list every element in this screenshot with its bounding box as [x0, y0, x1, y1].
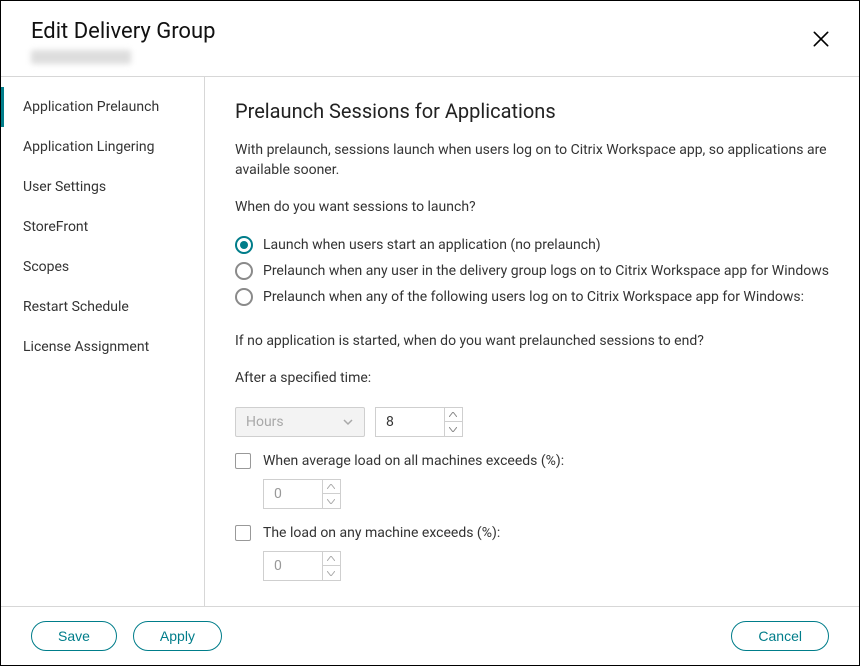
launch-prompt: When do you want sessions to launch? — [235, 198, 829, 218]
sidebar-item-scopes[interactable]: Scopes — [1, 247, 204, 287]
sidebar-item-label: Restart Schedule — [23, 299, 129, 315]
radio-option-prelaunch-specific-users[interactable]: Prelaunch when any of the following user… — [235, 288, 829, 306]
any-load-stepper[interactable]: 0 — [263, 551, 341, 581]
stepper-value[interactable]: 0 — [263, 551, 323, 581]
stepper-up[interactable] — [323, 552, 340, 567]
dialog-footer: Save Apply Cancel — [1, 606, 859, 665]
radio-icon — [235, 288, 253, 306]
radio-icon — [235, 236, 253, 254]
sidebar-item-storefront[interactable]: StoreFront — [1, 207, 204, 247]
chevron-down-icon — [327, 571, 335, 576]
close-icon — [811, 29, 831, 49]
chevron-down-icon — [342, 416, 354, 428]
radio-label: Launch when users start an application (… — [263, 237, 601, 253]
stepper-down[interactable] — [323, 566, 340, 580]
time-value-stepper[interactable]: 8 — [375, 407, 463, 437]
dialog-title: Edit Delivery Group — [31, 19, 829, 44]
chevron-down-icon — [327, 499, 335, 504]
close-button[interactable] — [809, 27, 833, 51]
panel-title: Prelaunch Sessions for Applications — [235, 99, 829, 123]
dialog-subtitle-redacted — [31, 50, 131, 64]
radio-label: Prelaunch when any user in the delivery … — [263, 263, 829, 279]
chevron-up-icon — [327, 484, 335, 489]
stepper-down[interactable] — [445, 422, 462, 436]
sidebar-item-label: Application Prelaunch — [23, 99, 159, 115]
radio-option-prelaunch-any-user[interactable]: Prelaunch when any user in the delivery … — [235, 262, 829, 280]
any-load-checkbox[interactable] — [235, 525, 251, 541]
radio-label: Prelaunch when any of the following user… — [263, 289, 804, 305]
sidebar-item-label: StoreFront — [23, 219, 88, 235]
dialog-header: Edit Delivery Group — [1, 1, 859, 76]
cancel-button[interactable]: Cancel — [731, 621, 829, 651]
apply-button[interactable]: Apply — [133, 621, 222, 651]
end-prompt: If no application is started, when do yo… — [235, 332, 829, 352]
stepper-down[interactable] — [323, 494, 340, 508]
main-panel: Prelaunch Sessions for Applications With… — [205, 77, 859, 606]
avg-load-checkbox[interactable] — [235, 453, 251, 469]
avg-load-label: When average load on all machines exceed… — [263, 453, 564, 469]
dialog-edit-delivery-group: Edit Delivery Group Application Prelaunc… — [0, 0, 860, 666]
stepper-up[interactable] — [323, 480, 340, 495]
sidebar-item-label: Scopes — [23, 259, 69, 275]
chevron-up-icon — [449, 412, 457, 417]
sidebar-item-label: Application Lingering — [23, 139, 154, 155]
stepper-value[interactable]: 8 — [375, 407, 445, 437]
stepper-value[interactable]: 0 — [263, 479, 323, 509]
sidebar-item-label: User Settings — [23, 179, 106, 195]
select-value: Hours — [246, 414, 284, 430]
chevron-up-icon — [327, 556, 335, 561]
radio-icon — [235, 262, 253, 280]
any-load-label: The load on any machine exceeds (%): — [263, 525, 500, 541]
sidebar-item-restart-schedule[interactable]: Restart Schedule — [1, 287, 204, 327]
radio-option-no-prelaunch[interactable]: Launch when users start an application (… — [235, 236, 829, 254]
after-specified-label: After a specified time: — [235, 369, 829, 389]
sidebar: Application Prelaunch Application Linger… — [1, 77, 205, 606]
sidebar-item-user-settings[interactable]: User Settings — [1, 167, 204, 207]
sidebar-item-application-prelaunch[interactable]: Application Prelaunch — [1, 87, 204, 127]
chevron-down-icon — [449, 427, 457, 432]
save-button[interactable]: Save — [31, 621, 117, 651]
avg-load-stepper[interactable]: 0 — [263, 479, 341, 509]
time-unit-select[interactable]: Hours — [235, 407, 365, 437]
panel-intro: With prelaunch, sessions launch when use… — [235, 141, 829, 180]
sidebar-item-label: License Assignment — [23, 339, 149, 355]
stepper-up[interactable] — [445, 408, 462, 423]
sidebar-item-application-lingering[interactable]: Application Lingering — [1, 127, 204, 167]
sidebar-item-license-assignment[interactable]: License Assignment — [1, 327, 204, 367]
